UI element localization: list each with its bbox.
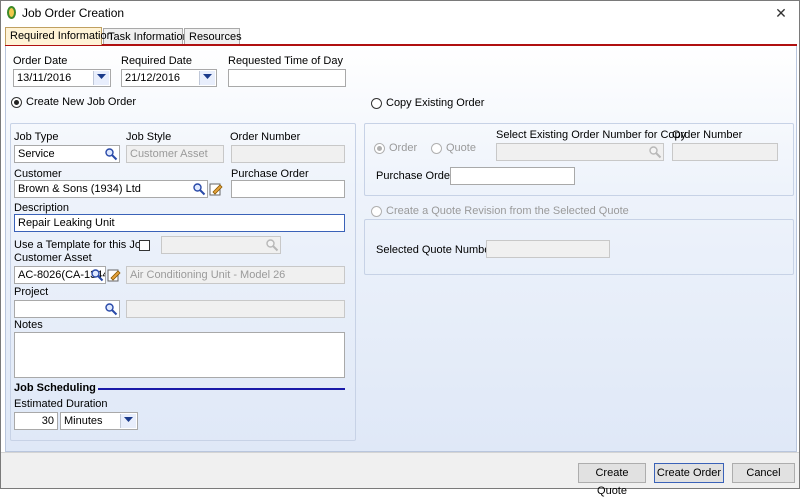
- description-input[interactable]: Repair Leaking Unit: [14, 214, 345, 232]
- order-radio-label: Order: [389, 142, 418, 154]
- app-icon: [7, 6, 16, 19]
- order-date-dropdown-button[interactable]: [93, 71, 109, 85]
- search-icon[interactable]: [192, 182, 206, 196]
- notes-textarea[interactable]: [14, 332, 345, 378]
- project-name-field: [126, 300, 345, 318]
- copy-purchase-order-label: Purchase Order: [376, 170, 454, 182]
- quote-radio-label: Quote: [446, 142, 476, 154]
- selected-quote-field: [486, 240, 610, 258]
- duration-unit-select[interactable]: Minutes: [60, 412, 138, 430]
- order-radio: [374, 143, 385, 154]
- customer-value: Brown & Sons (1934) Ltd: [18, 183, 141, 195]
- order-number-field: [231, 145, 345, 163]
- search-icon: [649, 146, 662, 159]
- project-code-field[interactable]: [14, 300, 120, 318]
- purchase-order-label: Purchase Order: [231, 168, 309, 180]
- job-type-value: Service: [18, 148, 55, 160]
- copy-order-number-label: Order Number: [672, 129, 743, 141]
- template-checkbox[interactable]: [139, 240, 150, 251]
- edit-icon[interactable]: [209, 182, 223, 196]
- required-date-picker[interactable]: 21/12/2016: [121, 69, 217, 87]
- create-order-button[interactable]: Create Order: [654, 463, 724, 483]
- required-date-value: 21/12/2016: [125, 72, 181, 84]
- job-order-window: Job Order Creation ✕ Required Informatio…: [0, 0, 800, 497]
- search-icon: [266, 239, 279, 252]
- tab-resources[interactable]: Resources: [184, 28, 242, 45]
- window-title: Job Order Creation: [22, 6, 125, 20]
- customer-asset-code-field[interactable]: AC-8026(CA-1344: [14, 266, 106, 284]
- footer-bar: Create Quote Create Order Cancel: [1, 452, 799, 497]
- select-existing-label: Select Existing Order Number for Copy: [496, 129, 687, 141]
- selected-quote-label: Selected Quote Number: [376, 244, 495, 256]
- job-scheduling-divider: [98, 388, 345, 390]
- quote-revision-radio: [371, 206, 382, 217]
- cancel-button[interactable]: Cancel: [732, 463, 795, 483]
- create-new-label: Create New Job Order: [26, 96, 137, 108]
- copy-existing-radio[interactable]: [371, 98, 382, 109]
- customer-field[interactable]: Brown & Sons (1934) Ltd: [14, 180, 208, 198]
- tab-task-information[interactable]: Task Information: [103, 28, 189, 45]
- order-number-label: Order Number: [230, 131, 301, 143]
- required-date-dropdown-button[interactable]: [199, 71, 215, 85]
- copy-existing-label: Copy Existing Order: [386, 97, 485, 109]
- customer-asset-label: Customer Asset: [14, 252, 92, 264]
- duration-unit-value: Minutes: [64, 415, 103, 427]
- required-information-panel: Order Date 13/11/2016 Required Date 21/1…: [5, 46, 797, 452]
- close-button[interactable]: ✕: [771, 3, 791, 23]
- order-date-value: 13/11/2016: [17, 72, 72, 84]
- chevron-down-icon: [203, 74, 212, 79]
- tab-required-information[interactable]: Required Information: [5, 27, 113, 45]
- edit-icon[interactable]: [107, 268, 121, 282]
- job-scheduling-title: Job Scheduling: [14, 382, 96, 394]
- job-style-field: Customer Asset: [126, 145, 224, 163]
- tab-strip: Required Information Task Information Re…: [5, 27, 795, 45]
- job-type-field[interactable]: Service: [14, 145, 120, 163]
- description-label: Description: [14, 202, 70, 214]
- template-field: [161, 236, 281, 254]
- copy-purchase-order-input[interactable]: [450, 167, 575, 185]
- requested-time-input[interactable]: [228, 69, 346, 87]
- job-type-label: Job Type: [14, 131, 59, 143]
- search-icon[interactable]: [90, 268, 104, 282]
- customer-asset-name-field: Air Conditioning Unit - Model 26: [126, 266, 345, 284]
- duration-value-input[interactable]: 30: [14, 412, 58, 430]
- chevron-down-icon: [97, 74, 106, 79]
- customer-label: Customer: [14, 168, 62, 180]
- create-new-radio[interactable]: [11, 97, 22, 108]
- order-date-picker[interactable]: 13/11/2016: [13, 69, 111, 87]
- requested-time-label: Requested Time of Day: [228, 55, 343, 67]
- copy-order-number-field: [672, 143, 778, 161]
- estimated-duration-label: Estimated Duration: [14, 398, 108, 410]
- search-icon[interactable]: [104, 302, 118, 316]
- purchase-order-input[interactable]: [231, 180, 345, 198]
- title-bar: Job Order Creation ✕: [1, 1, 799, 25]
- project-label: Project: [14, 286, 49, 298]
- search-icon[interactable]: [104, 147, 118, 161]
- chevron-down-icon: [124, 417, 133, 422]
- duration-unit-dropdown-button[interactable]: [120, 414, 136, 428]
- required-date-label: Required Date: [121, 55, 192, 67]
- job-style-label: Job Style: [126, 131, 172, 143]
- notes-label: Notes: [14, 319, 43, 331]
- template-label: Use a Template for this Job: [14, 239, 148, 251]
- quote-revision-label: Create a Quote Revision from the Selecte…: [386, 205, 629, 217]
- order-date-label: Order Date: [13, 55, 68, 67]
- select-existing-field: [496, 143, 664, 161]
- quote-radio: [431, 143, 442, 154]
- create-quote-button[interactable]: Create Quote: [578, 463, 646, 497]
